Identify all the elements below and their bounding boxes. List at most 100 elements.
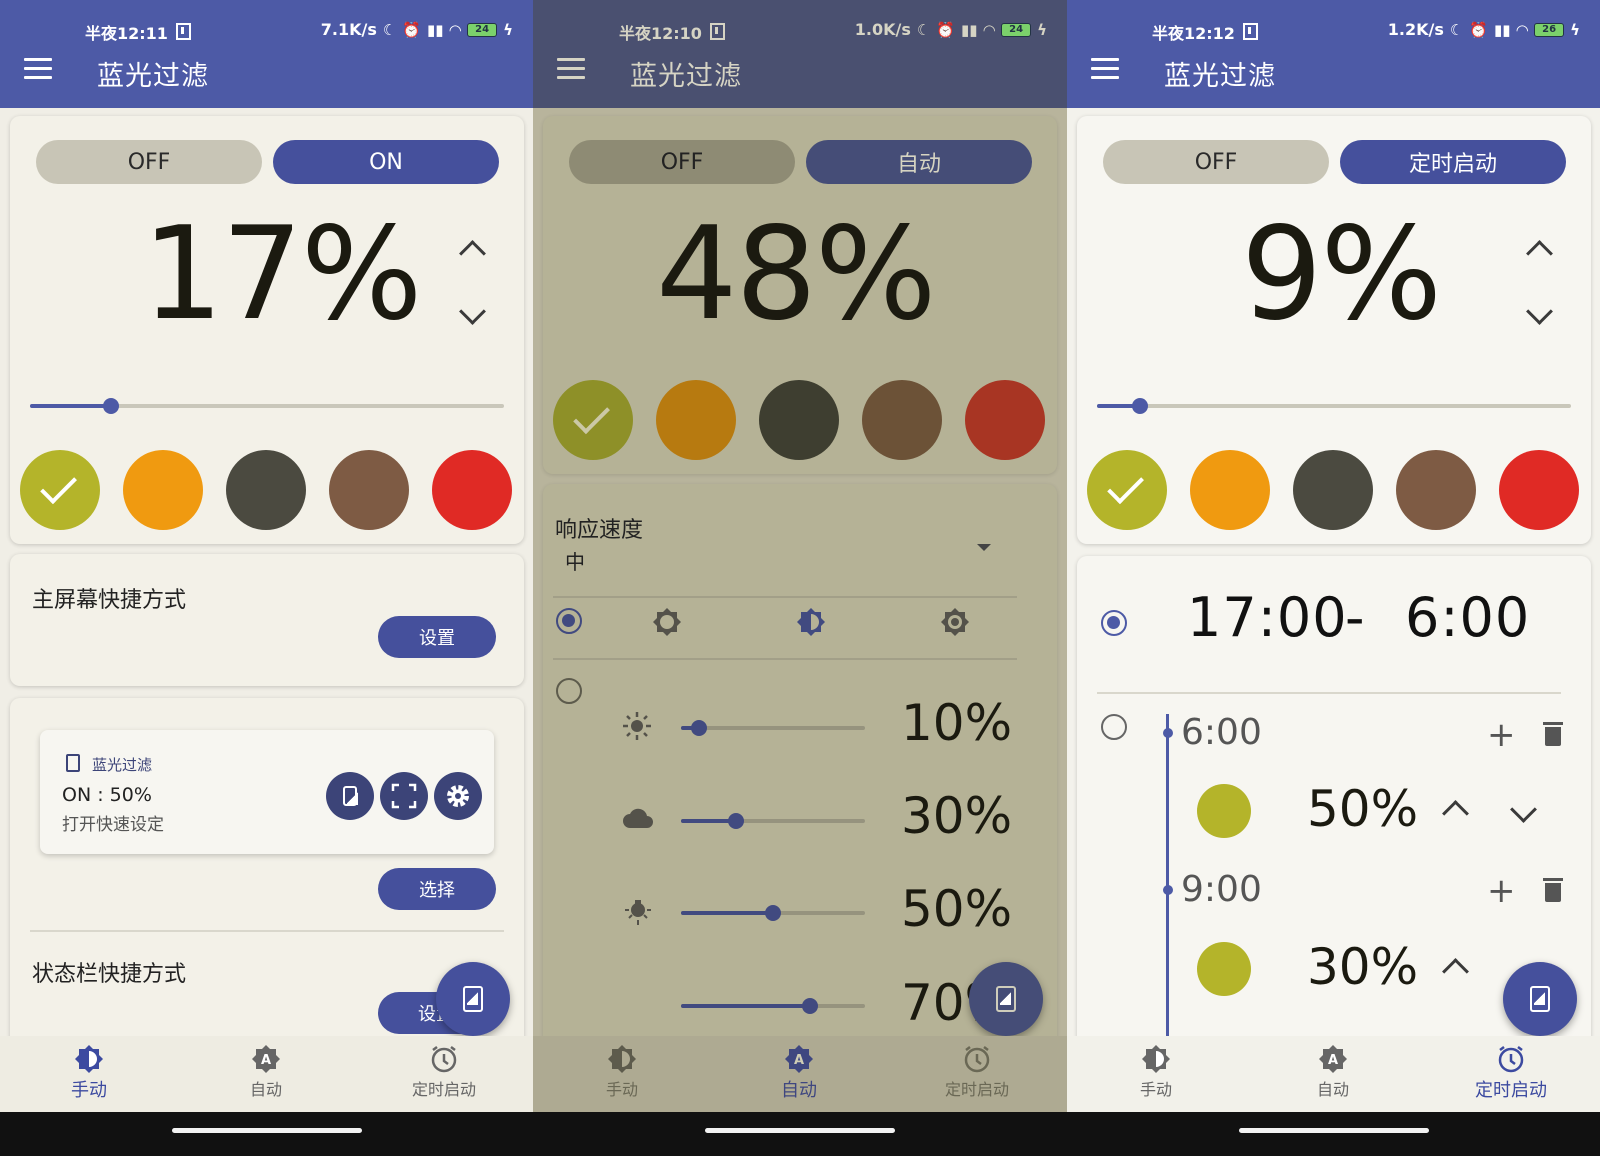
- nav-manual[interactable]: 手动: [29, 1044, 149, 1102]
- svg-text:A: A: [794, 1053, 804, 1068]
- phone-icon[interactable]: [326, 772, 374, 820]
- nav-manual[interactable]: 手动: [562, 1044, 682, 1100]
- slider-thumb[interactable]: [1131, 398, 1148, 414]
- notification-select-button[interactable]: 选择: [378, 868, 496, 910]
- add-icon[interactable]: +: [1487, 718, 1516, 752]
- color-swatch-red[interactable]: [1499, 450, 1579, 530]
- toggle-off-button[interactable]: OFF: [36, 140, 262, 184]
- auto-brightness-icon: A: [1319, 1045, 1347, 1073]
- ambient-slider-moon[interactable]: [681, 998, 865, 1014]
- home-indicator-bar: [0, 1112, 533, 1156]
- nav-schedule[interactable]: 定时启动: [384, 1044, 504, 1100]
- slider-fill: [30, 404, 111, 408]
- color-swatch-red[interactable]: [965, 380, 1045, 460]
- check-icon: [40, 467, 77, 505]
- nav-schedule[interactable]: 定时启动: [917, 1044, 1037, 1100]
- nav-auto[interactable]: A 自动: [739, 1044, 859, 1102]
- schedule-start-time[interactable]: 17:00: [1187, 586, 1348, 649]
- mode-radio-ambient[interactable]: [556, 678, 582, 704]
- color-swatch-olive[interactable]: [20, 450, 100, 530]
- gear-icon[interactable]: [434, 772, 482, 820]
- chevron-down-icon[interactable]: [458, 302, 484, 328]
- toggle-on-button[interactable]: ON: [273, 140, 499, 184]
- toggle-auto-button[interactable]: 自动: [806, 140, 1032, 184]
- brightness-high-icon[interactable]: [939, 606, 971, 638]
- color-swatch-orange[interactable]: [1190, 450, 1270, 530]
- color-swatch-dark[interactable]: [759, 380, 839, 460]
- brightness-icon: [608, 1045, 636, 1073]
- color-swatch-orange[interactable]: [656, 380, 736, 460]
- timeline-time-1[interactable]: 6:00: [1181, 712, 1262, 753]
- chevron-up-icon[interactable]: [1441, 796, 1467, 822]
- mode-radio-brightness[interactable]: [556, 608, 582, 634]
- schedule-radio-timeline[interactable]: [1101, 714, 1127, 740]
- svg-text:A: A: [261, 1053, 271, 1068]
- dropdown-arrow-icon[interactable]: [977, 544, 991, 551]
- home-indicator[interactable]: [705, 1128, 895, 1133]
- home-shortcut-set-button[interactable]: 设置: [378, 616, 496, 658]
- ambient-slider-sun[interactable]: [681, 720, 865, 736]
- bottom-nav: 手动 A 自动 定时启动: [533, 1036, 1067, 1112]
- color-swatch-olive[interactable]: [553, 380, 633, 460]
- color-swatch-brown[interactable]: [862, 380, 942, 460]
- ambient-slider-cloud[interactable]: [681, 813, 865, 829]
- color-swatch-dark[interactable]: [226, 450, 306, 530]
- slider-thumb[interactable]: [728, 813, 745, 829]
- timeline-time-2[interactable]: 9:00: [1181, 869, 1262, 910]
- home-shortcut-card: 主屏幕快捷方式 设置: [10, 554, 524, 686]
- chevron-up-icon[interactable]: [458, 236, 484, 262]
- home-indicator[interactable]: [171, 1128, 362, 1133]
- intensity-slider[interactable]: [30, 398, 504, 414]
- schedule-radio-range[interactable]: [1101, 610, 1127, 636]
- color-swatch-brown[interactable]: [1396, 450, 1476, 530]
- color-swatch-olive[interactable]: [1087, 450, 1167, 530]
- slider-thumb[interactable]: [765, 905, 781, 921]
- menu-icon[interactable]: [1091, 58, 1119, 80]
- quick-toggle-fab[interactable]: [969, 962, 1043, 1036]
- add-icon[interactable]: +: [1487, 874, 1516, 908]
- intensity-slider[interactable]: [1097, 398, 1571, 414]
- chevron-down-icon[interactable]: [1509, 800, 1535, 826]
- toggle-schedule-button[interactable]: 定时启动: [1340, 140, 1566, 184]
- delete-icon[interactable]: [1543, 722, 1563, 746]
- alarm-icon: ⏰: [402, 20, 422, 39]
- ambient-slider-bulb[interactable]: [681, 905, 865, 921]
- response-speed-dropdown[interactable]: 中: [565, 546, 585, 575]
- delete-icon[interactable]: [1543, 878, 1563, 902]
- toggle-off-button[interactable]: OFF: [569, 140, 795, 184]
- menu-icon[interactable]: [557, 58, 585, 80]
- home-indicator-bar: [533, 1112, 1067, 1156]
- quick-toggle-fab[interactable]: [1503, 962, 1577, 1036]
- brightness-half-icon[interactable]: [795, 606, 827, 638]
- moon-icon: [627, 988, 653, 1024]
- phone-icon: [1530, 986, 1550, 1012]
- toggle-off-button[interactable]: OFF: [1103, 140, 1329, 184]
- percent-display: 9%: [1241, 200, 1442, 349]
- color-swatch-orange[interactable]: [123, 450, 203, 530]
- status-time: 半夜12:11: [85, 20, 191, 44]
- chevron-up-icon[interactable]: [1525, 236, 1551, 262]
- fullscreen-icon[interactable]: [380, 772, 428, 820]
- quick-toggle-fab[interactable]: [436, 962, 510, 1036]
- timeline-color-dot-1[interactable]: [1197, 784, 1251, 838]
- chevron-down-icon[interactable]: [1525, 302, 1551, 328]
- slider-thumb[interactable]: [691, 720, 708, 736]
- timeline-color-dot-2[interactable]: [1197, 942, 1251, 996]
- ambient-value-sun: 10%: [901, 694, 1013, 752]
- nav-manual-label: 手动: [1139, 1080, 1172, 1099]
- slider-thumb[interactable]: [102, 398, 119, 414]
- slider-thumb[interactable]: [801, 998, 818, 1014]
- nav-schedule[interactable]: 定时启动: [1451, 1044, 1571, 1102]
- color-swatch-brown[interactable]: [329, 450, 409, 530]
- color-swatch-dark[interactable]: [1293, 450, 1373, 530]
- brightness-low-icon[interactable]: [651, 606, 683, 638]
- schedule-end-time[interactable]: 6:00: [1405, 586, 1530, 649]
- color-swatch-red[interactable]: [432, 450, 512, 530]
- notification-subtitle: 打开快速设定: [62, 815, 164, 835]
- chevron-up-icon[interactable]: [1441, 954, 1467, 980]
- nav-auto[interactable]: A 自动: [1273, 1044, 1393, 1100]
- nav-manual[interactable]: 手动: [1096, 1044, 1216, 1100]
- nav-auto[interactable]: A 自动: [206, 1044, 326, 1100]
- menu-icon[interactable]: [24, 58, 52, 80]
- home-indicator[interactable]: [1238, 1128, 1429, 1133]
